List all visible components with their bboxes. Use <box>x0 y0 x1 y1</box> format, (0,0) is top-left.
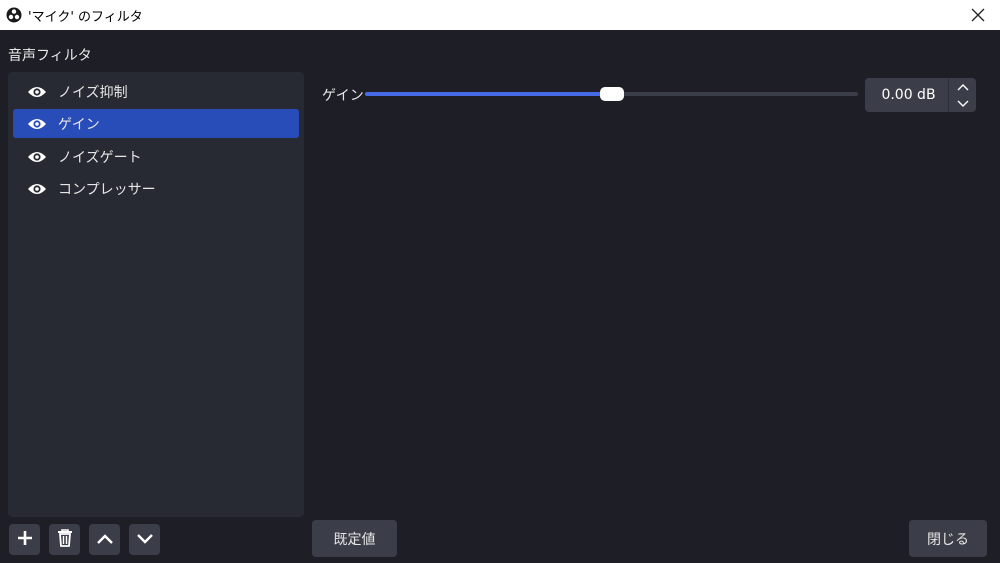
filter-label: ノイズ抑制 <box>58 84 128 101</box>
defaults-button[interactable]: 既定値 <box>312 520 397 557</box>
chevron-down-icon <box>136 530 154 549</box>
eye-icon[interactable] <box>26 150 48 164</box>
gain-slider-handle[interactable] <box>600 87 624 101</box>
add-filter-button[interactable] <box>9 524 40 555</box>
filter-label: コンプレッサー <box>58 181 156 198</box>
eye-icon[interactable] <box>26 117 48 131</box>
gain-spinbox[interactable]: 0.00 dB <box>865 78 976 112</box>
filter-item-compressor[interactable]: コンプレッサー <box>13 174 299 203</box>
eye-icon[interactable] <box>26 85 48 99</box>
filter-item-noise-gate[interactable]: ノイズゲート <box>13 142 299 171</box>
plus-icon <box>16 529 34 551</box>
gain-slider-fill <box>365 92 612 96</box>
remove-filter-button[interactable] <box>49 524 80 555</box>
window-title: 'マイク' のフィルタ <box>28 9 143 25</box>
filter-item-noise-suppression[interactable]: ノイズ抑制 <box>13 77 299 106</box>
chevron-up-icon <box>96 530 114 549</box>
spin-down-icon[interactable] <box>949 95 976 112</box>
spin-up-icon[interactable] <box>949 78 976 95</box>
filter-item-gain[interactable]: ゲイン <box>13 109 299 138</box>
title-bar: 'マイク' のフィルタ <box>0 0 1000 30</box>
close-button[interactable]: 閉じる <box>909 520 987 557</box>
move-down-button[interactable] <box>129 524 160 555</box>
filter-list[interactable]: ノイズ抑制 ゲイン ノイズゲート コンプレッサー <box>8 72 304 517</box>
gain-label: ゲイン <box>322 88 364 104</box>
gain-slider[interactable] <box>365 87 858 101</box>
filter-label: ノイズゲート <box>58 149 142 166</box>
spin-buttons <box>948 78 976 112</box>
audio-filters-label: 音声フィルタ <box>8 48 92 64</box>
trash-icon <box>56 528 74 552</box>
eye-icon[interactable] <box>26 182 48 196</box>
move-up-button[interactable] <box>89 524 120 555</box>
filter-label: ゲイン <box>58 116 100 133</box>
obs-logo-icon <box>6 7 22 23</box>
close-icon[interactable] <box>968 5 988 25</box>
gain-value[interactable]: 0.00 dB <box>865 87 948 103</box>
